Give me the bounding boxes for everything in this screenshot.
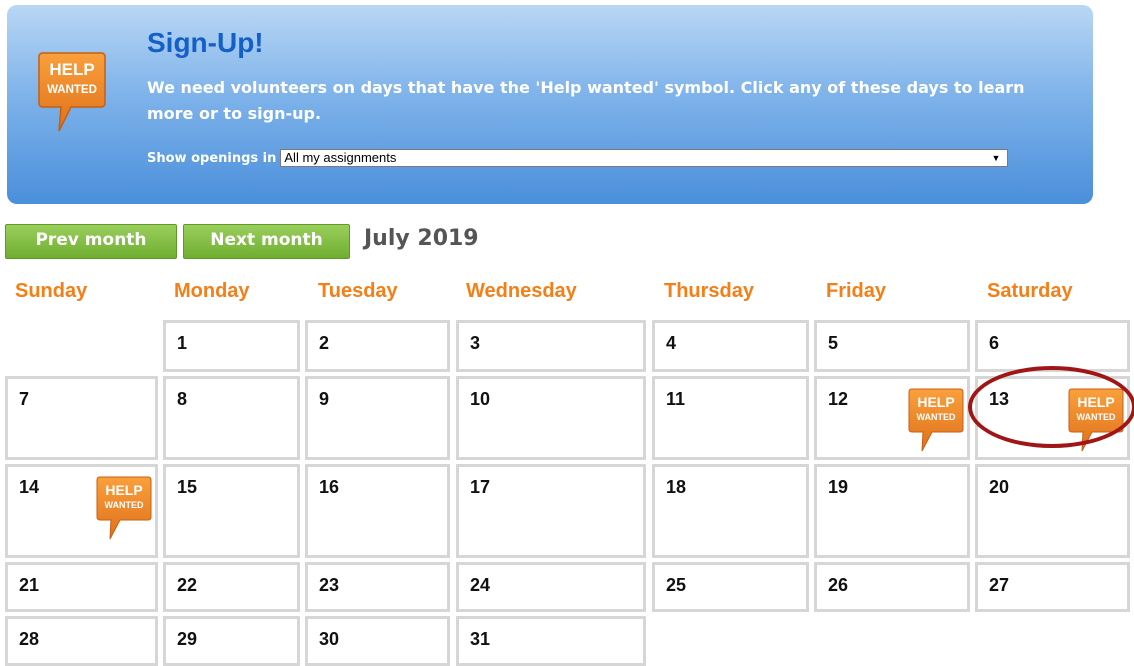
help-wanted-icon[interactable]: HELP WANTED bbox=[908, 387, 964, 457]
weekday-header-monday: Monday bbox=[174, 280, 250, 302]
day-number: 9 bbox=[319, 389, 330, 409]
help-wanted-icon[interactable]: HELP WANTED bbox=[1068, 387, 1124, 457]
calendar-day-15[interactable]: 15 bbox=[163, 464, 300, 558]
day-number: 15 bbox=[177, 477, 198, 497]
calendar-day-5[interactable]: 5 bbox=[814, 320, 970, 372]
weekday-header-tuesday: Tuesday bbox=[318, 280, 398, 302]
help-wanted-icon[interactable]: HELP WANTED bbox=[96, 475, 152, 545]
calendar-day-13[interactable]: 13 HELP WANTED bbox=[975, 376, 1130, 460]
day-number: 26 bbox=[828, 575, 849, 595]
banner-message: We need volunteers on days that have the… bbox=[147, 78, 1025, 123]
day-number: 21 bbox=[19, 575, 40, 595]
next-month-button[interactable]: Next month bbox=[183, 224, 350, 259]
day-number: 30 bbox=[319, 629, 340, 649]
calendar-day-2[interactable]: 2 bbox=[305, 320, 450, 372]
calendar-day-14[interactable]: 14 HELP WANTED bbox=[5, 464, 158, 558]
calendar-day-31[interactable]: 31 bbox=[456, 616, 646, 666]
day-number: 3 bbox=[470, 333, 481, 353]
day-number: 1 bbox=[177, 333, 188, 353]
page-title: Sign-Up! bbox=[147, 27, 264, 58]
day-number: 11 bbox=[666, 389, 686, 409]
calendar-day-10[interactable]: 10 bbox=[456, 376, 646, 460]
openings-selected-value: All my assignments bbox=[284, 150, 397, 165]
svg-text:WANTED: WANTED bbox=[47, 84, 97, 96]
calendar-day-9[interactable]: 9 bbox=[305, 376, 450, 460]
dropdown-arrow-icon: ▼ bbox=[991, 153, 1001, 163]
day-number: 16 bbox=[319, 477, 340, 497]
prev-month-button[interactable]: Prev month bbox=[5, 224, 177, 259]
day-number: 14 bbox=[19, 477, 40, 497]
svg-text:HELP: HELP bbox=[49, 60, 94, 79]
calendar-day-12[interactable]: 12 HELP WANTED bbox=[814, 376, 970, 460]
day-number: 23 bbox=[319, 575, 340, 595]
month-title: July 2019 bbox=[364, 226, 479, 251]
day-number: 20 bbox=[989, 477, 1010, 497]
day-number: 8 bbox=[177, 389, 188, 409]
calendar-day-11[interactable]: 11 bbox=[652, 376, 809, 460]
calendar-day-3[interactable]: 3 bbox=[456, 320, 646, 372]
day-number: 27 bbox=[989, 575, 1010, 595]
day-number: 29 bbox=[177, 629, 198, 649]
openings-label: Show openings in bbox=[147, 150, 277, 166]
calendar-day-28[interactable]: 28 bbox=[5, 616, 158, 666]
weekday-header-friday: Friday bbox=[826, 280, 887, 302]
day-number: 17 bbox=[470, 477, 491, 497]
day-number: 28 bbox=[19, 629, 40, 649]
openings-select[interactable]: All my assignments ▼ bbox=[280, 149, 1009, 167]
calendar-day-23[interactable]: 23 bbox=[305, 562, 450, 612]
calendar-day-21[interactable]: 21 bbox=[5, 562, 158, 612]
svg-text:HELP: HELP bbox=[105, 482, 142, 498]
openings-filter: Show openings in All my assignments ▼ bbox=[147, 147, 1009, 169]
day-number: 10 bbox=[470, 389, 491, 409]
day-number: 25 bbox=[666, 575, 687, 595]
calendar-day-6[interactable]: 6 bbox=[975, 320, 1130, 372]
day-number: 24 bbox=[470, 575, 491, 595]
day-number: 7 bbox=[19, 389, 30, 409]
calendar-day-4[interactable]: 4 bbox=[652, 320, 809, 372]
calendar-day-24[interactable]: 24 bbox=[456, 562, 646, 612]
calendar-day-20[interactable]: 20 bbox=[975, 464, 1130, 558]
weekday-header-thursday: Thursday bbox=[664, 280, 755, 302]
calendar-day-16[interactable]: 16 bbox=[305, 464, 450, 558]
help-wanted-icon: HELP WANTED bbox=[38, 52, 106, 132]
calendar-day-8[interactable]: 8 bbox=[163, 376, 300, 460]
day-number: 19 bbox=[828, 477, 849, 497]
calendar-day-29[interactable]: 29 bbox=[163, 616, 300, 666]
day-number: 12 bbox=[828, 389, 849, 409]
signup-banner: HELP WANTED Sign-Up! We need volunteers … bbox=[7, 5, 1093, 204]
day-number: 4 bbox=[666, 333, 677, 353]
day-number: 18 bbox=[666, 477, 687, 497]
day-number: 31 bbox=[470, 629, 491, 649]
day-number: 5 bbox=[828, 333, 839, 353]
svg-text:HELP: HELP bbox=[917, 394, 954, 410]
svg-text:HELP: HELP bbox=[1077, 394, 1114, 410]
calendar-day-26[interactable]: 26 bbox=[814, 562, 970, 612]
weekday-header-wednesday: Wednesday bbox=[466, 280, 577, 302]
calendar-day-1[interactable]: 1 bbox=[163, 320, 300, 372]
calendar-day-19[interactable]: 19 bbox=[814, 464, 970, 558]
day-number: 6 bbox=[989, 333, 1000, 353]
svg-text:WANTED: WANTED bbox=[917, 412, 956, 422]
calendar-day-17[interactable]: 17 bbox=[456, 464, 646, 558]
day-number: 22 bbox=[177, 575, 198, 595]
calendar-day-25[interactable]: 25 bbox=[652, 562, 809, 612]
weekday-header-saturday: Saturday bbox=[987, 280, 1073, 302]
calendar-day-27[interactable]: 27 bbox=[975, 562, 1130, 612]
calendar-day-7[interactable]: 7 bbox=[5, 376, 158, 460]
day-number: 2 bbox=[319, 333, 330, 353]
svg-text:WANTED: WANTED bbox=[105, 500, 144, 510]
calendar-day-30[interactable]: 30 bbox=[305, 616, 450, 666]
weekday-header-sunday: Sunday bbox=[15, 280, 88, 302]
calendar-day-22[interactable]: 22 bbox=[163, 562, 300, 612]
day-number: 13 bbox=[989, 389, 1010, 409]
calendar-day-18[interactable]: 18 bbox=[652, 464, 809, 558]
svg-text:WANTED: WANTED bbox=[1077, 412, 1116, 422]
